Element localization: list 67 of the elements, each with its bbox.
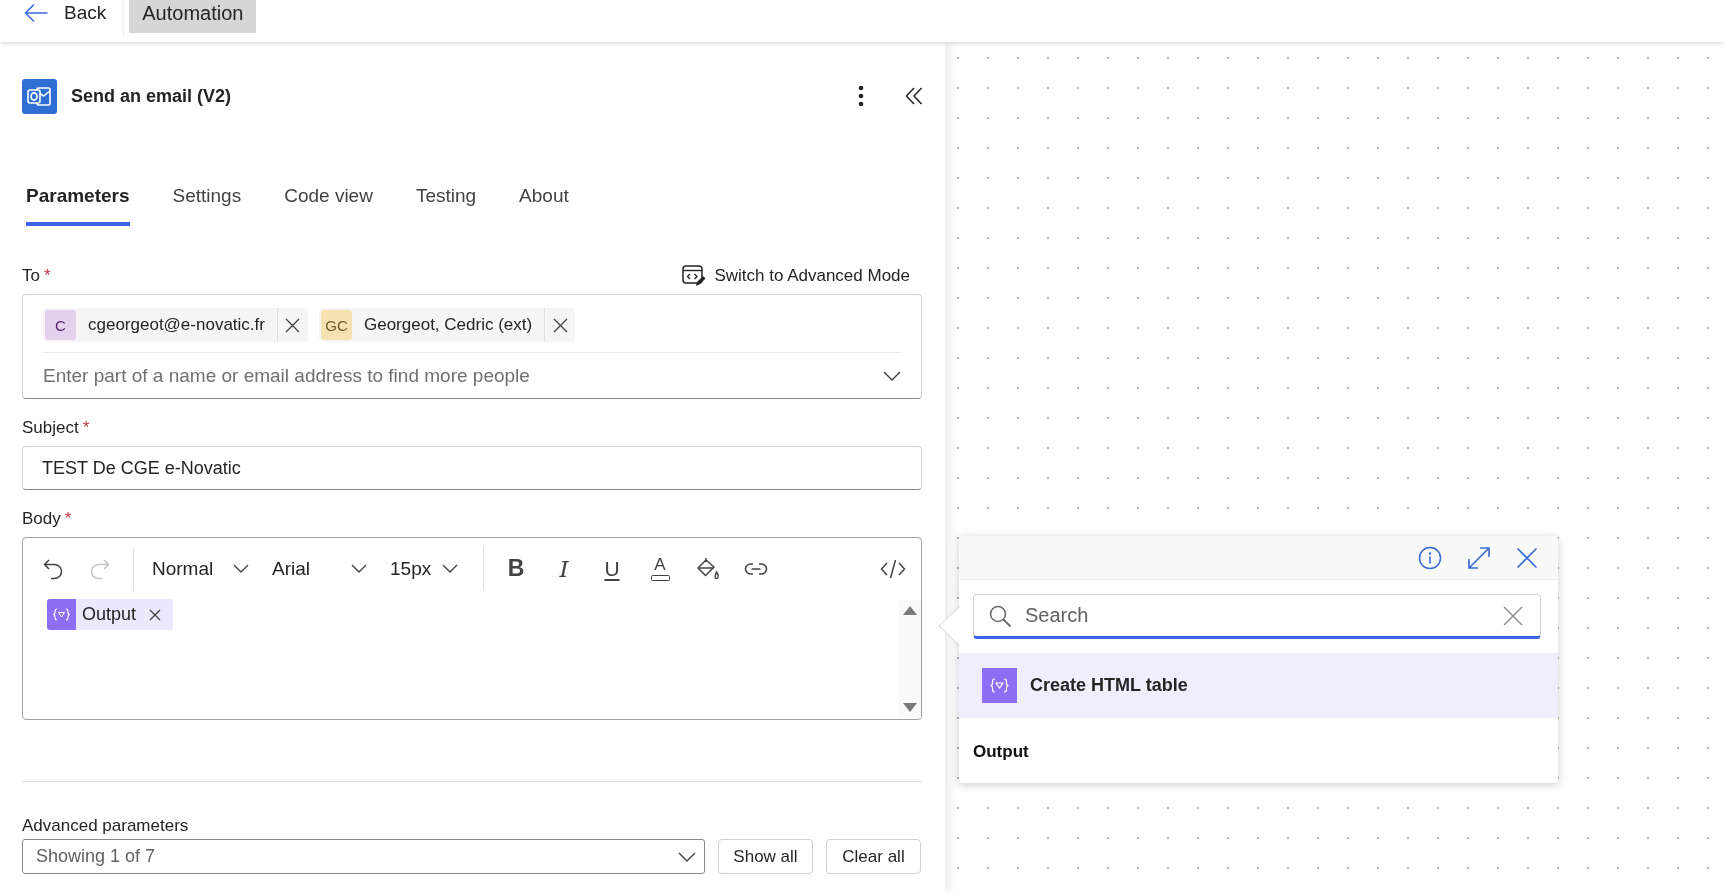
required-mark: *	[64, 509, 72, 529]
close-icon[interactable]	[1516, 546, 1538, 569]
variable-icon	[47, 599, 76, 630]
search-icon	[988, 603, 1012, 628]
tab[interactable]: Parameters	[26, 184, 130, 226]
required-mark: *	[82, 418, 90, 438]
code-edit-icon	[682, 265, 707, 287]
chevron-down-icon	[351, 564, 367, 573]
dynamic-content-token[interactable]: Output	[47, 599, 174, 630]
remove-icon[interactable]	[285, 317, 301, 333]
underline-button[interactable]: U	[594, 550, 630, 587]
italic-button[interactable]: I	[546, 550, 582, 587]
field-label: To	[22, 266, 40, 286]
required-mark: *	[43, 266, 51, 286]
scroll-up-icon[interactable]	[903, 606, 917, 615]
remove-icon[interactable]	[552, 317, 568, 333]
show-all-button[interactable]: Show all	[718, 839, 813, 874]
fill-color-icon[interactable]	[695, 555, 721, 582]
chevron-down-icon	[442, 564, 458, 573]
field-label: Advanced parameters	[22, 815, 190, 837]
action-title: Send an email (V2)	[71, 85, 232, 107]
editor-scrollbar[interactable]	[899, 600, 921, 718]
scroll-down-icon[interactable]	[903, 703, 917, 712]
info-icon[interactable]	[1418, 545, 1442, 570]
advanced-parameters-dropdown[interactable]: Showing 1 of 7	[22, 839, 705, 874]
tab[interactable]: About	[519, 184, 569, 226]
avatar-initials: GC	[320, 310, 352, 340]
dynamic-content-item[interactable]: Output	[973, 741, 1029, 763]
more-icon[interactable]	[858, 85, 864, 107]
body-editor[interactable]: Normal Arial 15px B I U A Output	[22, 537, 922, 720]
font-size-dropdown[interactable]: 15px	[384, 550, 465, 587]
recipients-field[interactable]: C cgeorgeot@e-novatic.fr GC Georgeot, Cedric (ext) Enter part of a name or email address to find more people	[22, 294, 922, 399]
mail-app-icon	[22, 78, 57, 114]
recipient-chip[interactable]: GC Georgeot, Cedric (ext)	[318, 308, 576, 342]
header-tab[interactable]: Automation	[129, 0, 257, 33]
chevron-down-icon	[678, 851, 696, 862]
search-field[interactable]: Search	[973, 594, 1541, 639]
paragraph-style-dropdown[interactable]: Normal	[146, 550, 256, 587]
back-arrow-icon	[24, 3, 48, 23]
subject-input[interactable]: TEST De CGE e-Novatic	[22, 446, 922, 490]
font-dropdown[interactable]: Arial	[266, 550, 374, 587]
advanced-mode-link[interactable]: Switch to Advanced Mode	[682, 265, 910, 287]
recipient-name: Georgeot, Cedric (ext)	[363, 315, 533, 335]
recipient-chip[interactable]: C cgeorgeot@e-novatic.fr	[43, 308, 308, 342]
people-search-input[interactable]: Enter part of a name or email address to find more people	[43, 364, 871, 387]
font-color-button[interactable]: A	[642, 550, 678, 587]
clear-icon[interactable]	[1503, 605, 1523, 626]
field-label: Body	[22, 509, 61, 529]
recipient-name: cgeorgeot@e-novatic.fr	[88, 315, 265, 335]
chevron-down-icon[interactable]	[883, 370, 901, 381]
tab[interactable]: Testing	[415, 184, 477, 226]
chevron-down-icon	[233, 564, 249, 573]
variable-icon	[982, 668, 1017, 703]
undo-icon[interactable]	[41, 556, 65, 581]
back-button[interactable]: Back	[24, 0, 107, 26]
collapse-icon[interactable]	[905, 87, 923, 105]
clear-all-button[interactable]: Clear all	[826, 839, 921, 874]
bold-button[interactable]: B	[498, 550, 534, 587]
search-input[interactable]: Search	[1025, 604, 1503, 627]
action-group-title: Create HTML table	[1030, 675, 1188, 696]
avatar-initials: C	[45, 310, 76, 340]
remove-icon[interactable]	[149, 608, 162, 621]
action-group-header[interactable]: Create HTML table	[959, 653, 1558, 718]
tab[interactable]: Settings	[172, 184, 242, 226]
expand-icon[interactable]	[1467, 545, 1491, 570]
tab[interactable]: Code view	[284, 184, 373, 226]
field-label: Subject	[22, 418, 79, 438]
